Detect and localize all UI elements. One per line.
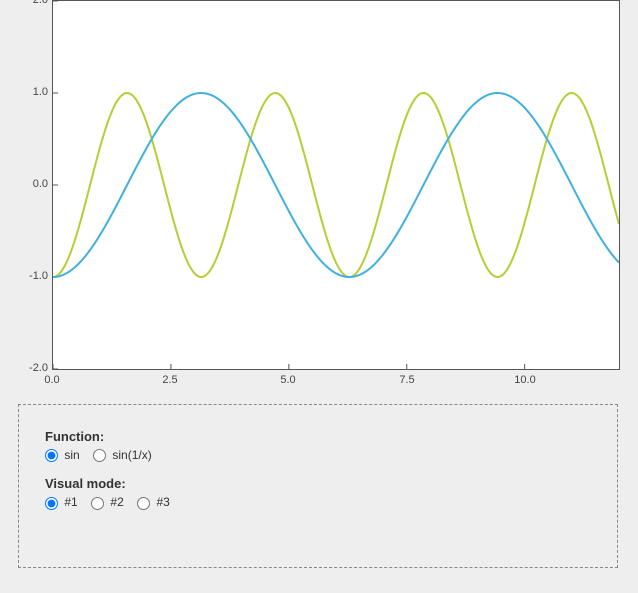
visual-radio-3[interactable] xyxy=(137,497,150,510)
y-tick-label: 1.0 xyxy=(18,86,48,98)
visual-option-label: #2 xyxy=(110,495,123,509)
y-tick-label: 2.0 xyxy=(18,0,48,6)
visual-option-3[interactable]: #3 xyxy=(137,495,170,509)
function-label: Function: xyxy=(45,429,591,444)
y-tick-label: 0.0 xyxy=(18,178,48,190)
plot-svg xyxy=(53,1,619,369)
visual-mode-label: Visual mode: xyxy=(45,476,591,491)
function-option-sin1x[interactable]: sin(1/x) xyxy=(93,448,152,462)
visual-option-2[interactable]: #2 xyxy=(91,495,127,509)
visual-radio-group: #1 #2 #3 xyxy=(45,495,591,509)
visual-radio-2[interactable] xyxy=(91,497,104,510)
x-tick-label: 10.0 xyxy=(514,374,535,386)
visual-option-1[interactable]: #1 xyxy=(45,495,81,509)
function-option-label: sin(1/x) xyxy=(112,448,151,462)
controls-panel: Function: sin sin(1/x) Visual mode: #1 #… xyxy=(18,404,618,568)
chart: 2.0 1.0 0.0 -1.0 -2.0 0.0 2.5 5.0 7.5 10… xyxy=(14,0,622,392)
y-tick-label: -1.0 xyxy=(18,270,48,282)
function-radio-sin1x[interactable] xyxy=(93,449,106,462)
x-tick-label: 7.5 xyxy=(399,374,414,386)
x-tick-label: 5.0 xyxy=(280,374,295,386)
x-tick-label: 0.0 xyxy=(44,374,59,386)
x-tick-label: 2.5 xyxy=(162,374,177,386)
visual-radio-1[interactable] xyxy=(45,497,58,510)
visual-option-label: #1 xyxy=(64,495,77,509)
function-option-sin[interactable]: sin xyxy=(45,448,83,462)
plot-area xyxy=(52,0,620,370)
function-option-label: sin xyxy=(64,448,79,462)
y-tick-label: -2.0 xyxy=(18,362,48,374)
function-radio-group: sin sin(1/x) xyxy=(45,448,591,462)
function-radio-sin[interactable] xyxy=(45,449,58,462)
visual-option-label: #3 xyxy=(156,495,169,509)
